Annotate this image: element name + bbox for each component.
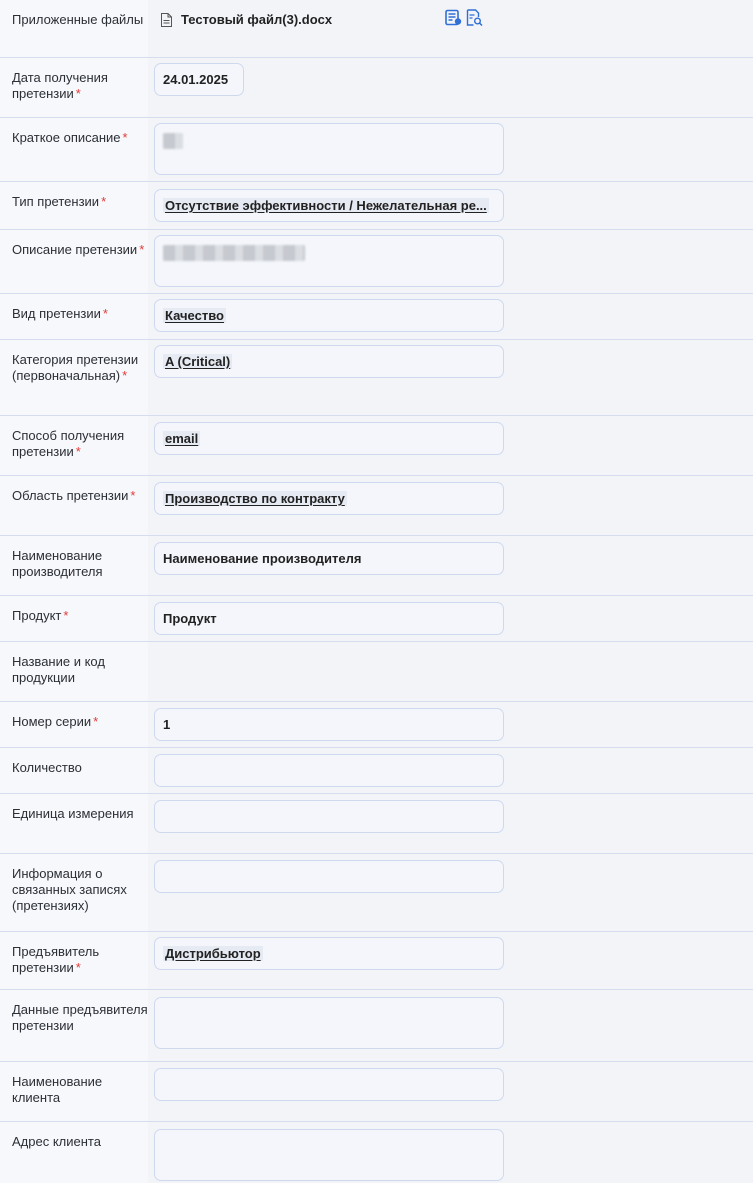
required-mark: *	[101, 194, 107, 209]
claim-form: Приложенные файлы Тестовый файл(3).docx	[0, 0, 753, 1183]
attachments-label: Приложенные файлы	[0, 0, 148, 57]
short-description-field[interactable]	[154, 123, 504, 175]
row-claim-area: Область претензии * Производство по контр…	[0, 476, 753, 536]
row-claim-type: Тип претензии * Отсутствие эффективности …	[0, 182, 753, 230]
claimant-data-field[interactable]	[154, 997, 504, 1049]
required-mark: *	[75, 86, 81, 101]
claim-type-label: Тип претензии	[12, 194, 100, 209]
claim-area-label: Область претензии	[12, 488, 129, 503]
claim-type-select[interactable]: Отсутствие эффективности / Нежелательная…	[154, 189, 504, 222]
date-field[interactable]: 24.01.2025	[154, 63, 244, 96]
redacted-text	[163, 133, 183, 149]
short-description-label: Краткое описание	[12, 130, 121, 145]
row-unit: Единица измерения	[0, 794, 753, 854]
claim-area-select[interactable]: Производство по контракту	[154, 482, 504, 515]
claim-category-label: Категория претензии (первоначальная)	[12, 352, 139, 383]
client-address-label: Адрес клиента	[0, 1122, 148, 1183]
row-claim-category: Категория претензии (первоначальная) * A …	[0, 340, 753, 416]
document-icon	[161, 12, 172, 27]
preview-file-icon[interactable]	[466, 9, 483, 26]
claim-kind-select[interactable]: Качество	[154, 299, 504, 332]
client-name-label: Наименование клиента	[0, 1062, 148, 1121]
manufacturer-label: Наименование производителя	[0, 536, 148, 595]
date-label: Дата получения претензии	[12, 70, 108, 101]
required-mark: *	[130, 488, 136, 503]
client-address-field[interactable]	[154, 1129, 504, 1181]
required-mark: *	[75, 444, 81, 459]
row-client-address: Адрес клиента	[0, 1122, 753, 1183]
redacted-text	[163, 245, 305, 261]
attached-file-name[interactable]: Тестовый файл(3).docx	[181, 12, 332, 27]
claimant-label: Предъявитель претензии	[12, 944, 100, 975]
related-records-field[interactable]	[154, 860, 504, 893]
required-mark: *	[122, 368, 128, 383]
product-code-label: Название и код продукции	[0, 642, 148, 701]
row-date: Дата получения претензии * 24.01.2025	[0, 58, 753, 118]
quantity-field[interactable]	[154, 754, 504, 787]
batch-number-label: Номер серии	[12, 714, 92, 729]
claimant-select[interactable]: Дистрибьютор	[154, 937, 504, 970]
required-mark: *	[139, 242, 145, 257]
required-mark: *	[63, 608, 69, 623]
claim-category-select[interactable]: A (Critical)	[154, 345, 504, 378]
row-claim-kind: Вид претензии * Качество	[0, 294, 753, 340]
required-mark: *	[102, 306, 108, 321]
row-product-code: Название и код продукции	[0, 642, 753, 702]
unit-field[interactable]	[154, 800, 504, 833]
edit-file-icon[interactable]	[445, 9, 462, 26]
row-product: Продукт * Продукт	[0, 596, 753, 642]
claimant-data-label: Данные предъявителя претензии	[0, 990, 148, 1061]
row-related-records: Информация о связанных записях (претензи…	[0, 854, 753, 932]
row-client-name: Наименование клиента	[0, 1062, 753, 1122]
row-attachments: Приложенные файлы Тестовый файл(3).docx	[0, 0, 753, 58]
required-mark: *	[75, 960, 81, 975]
required-mark: *	[93, 714, 99, 729]
quantity-label: Количество	[0, 748, 148, 793]
row-quantity: Количество	[0, 748, 753, 794]
claim-kind-label: Вид претензии	[12, 306, 101, 321]
product-label: Продукт	[12, 608, 62, 623]
row-claimant: Предъявитель претензии * Дистрибьютор	[0, 932, 753, 990]
row-receipt-method: Способ получения претензии * email	[0, 416, 753, 476]
client-name-field[interactable]	[154, 1068, 504, 1101]
manufacturer-field[interactable]: Наименование производителя	[154, 542, 504, 575]
description-field[interactable]	[154, 235, 504, 287]
batch-number-field[interactable]: 1	[154, 708, 504, 741]
receipt-method-select[interactable]: email	[154, 422, 504, 455]
required-mark: *	[122, 130, 128, 145]
row-description: Описание претензии *	[0, 230, 753, 294]
related-records-label: Информация о связанных записях (претензи…	[0, 854, 148, 931]
row-short-description: Краткое описание *	[0, 118, 753, 182]
row-batch-number: Номер серии * 1	[0, 702, 753, 748]
row-manufacturer: Наименование производителя Наименование …	[0, 536, 753, 596]
description-label: Описание претензии	[12, 242, 138, 257]
attached-file[interactable]: Тестовый файл(3).docx	[160, 12, 332, 27]
receipt-method-label: Способ получения претензии	[12, 428, 125, 459]
product-field[interactable]: Продукт	[154, 602, 504, 635]
unit-label: Единица измерения	[0, 794, 148, 853]
row-claimant-data: Данные предъявителя претензии	[0, 990, 753, 1062]
